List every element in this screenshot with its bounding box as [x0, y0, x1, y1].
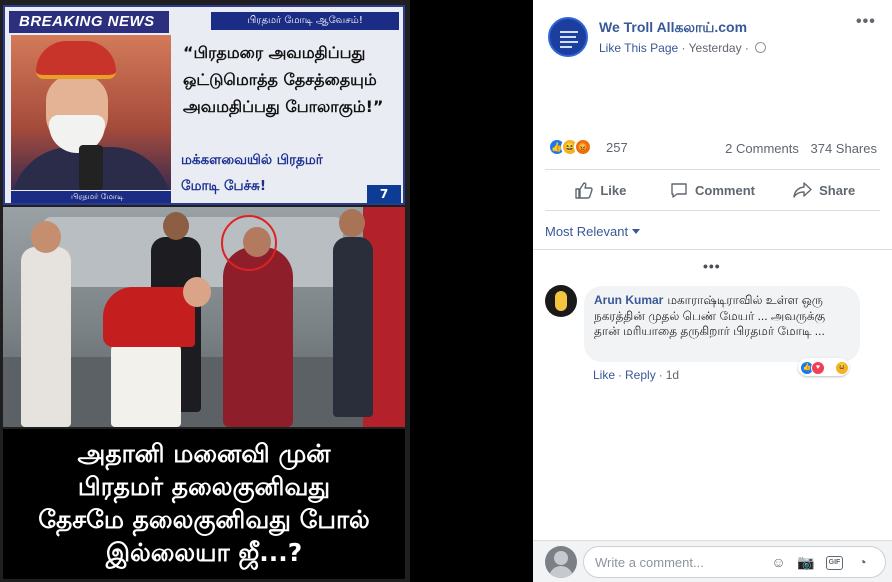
- commenter-avatar[interactable]: [545, 285, 577, 317]
- photo-viewer: BREAKING NEWS பிரதமர் மோடி ஆவேசம்! பிரதம…: [0, 0, 533, 582]
- comment-time[interactable]: 1d: [666, 368, 679, 382]
- image-caption: அதானி மனைவி முன் பிரதமர் தலைகுனிவது தேசம…: [3, 429, 405, 579]
- comment-like-link[interactable]: Like: [593, 368, 615, 382]
- love-reaction-icon: ♥: [811, 360, 825, 375]
- comment-reply-link[interactable]: Reply: [625, 368, 656, 382]
- portrait-caption: பிரதமர் மோடி: [11, 191, 171, 203]
- quote-subtitle: மக்களவையில் பிரதமர் மோடி பேச்சு!: [181, 152, 323, 194]
- reaction-count: 257: [606, 140, 628, 155]
- emoji-icon[interactable]: ☺: [770, 554, 787, 571]
- page-name-link[interactable]: We Troll Allகலாய்.com: [599, 19, 747, 38]
- like-page-link[interactable]: Like This Page: [599, 41, 678, 55]
- thumbs-up-icon: [575, 181, 594, 199]
- comment-reactions[interactable]: 👍 ♥ 😆 4: [798, 358, 850, 376]
- globe-icon: [755, 42, 767, 53]
- speaker-portrait: [11, 35, 171, 190]
- post-image[interactable]: BREAKING NEWS பிரதமர் மோடி ஆவேசம்! பிரதம…: [0, 0, 410, 582]
- comments-count-link[interactable]: 2 Comments: [725, 141, 799, 156]
- quote-text: “பிரதமரை அவமதிப்பது ஒட்டுமொத்த தேசத்தையு…: [183, 43, 384, 116]
- page-avatar[interactable]: [548, 17, 588, 57]
- post-meta: Like This Page · Yesterday ·: [599, 41, 767, 55]
- gif-icon[interactable]: GIF: [826, 556, 843, 570]
- more-options-icon[interactable]: •••: [856, 13, 876, 31]
- divider: [533, 249, 892, 250]
- post-stats: 2 Comments 374 Shares: [725, 141, 877, 156]
- comment-placeholder: Write a comment...: [595, 555, 704, 570]
- share-icon: [793, 182, 812, 198]
- current-user-avatar: [545, 546, 577, 578]
- post-time[interactable]: Yesterday: [689, 41, 742, 55]
- like-button[interactable]: Like: [545, 171, 657, 209]
- post-actions-bar: Like Comment Share: [545, 171, 880, 209]
- shares-count-link[interactable]: 374 Shares: [811, 141, 878, 156]
- angry-reaction-icon: 😡: [574, 138, 592, 156]
- airport-scene-photo: [3, 207, 405, 427]
- share-button[interactable]: Share: [768, 171, 880, 209]
- highlight-circle: [221, 215, 277, 271]
- divider: [545, 210, 880, 211]
- headline-tag: பிரதமர் மோடி ஆவேசம்!: [211, 12, 399, 30]
- haha-reaction-icon: 😆: [835, 360, 849, 375]
- microphone: [79, 145, 103, 190]
- camera-icon[interactable]: 📷: [797, 554, 814, 571]
- comment-bubble: Arun Kumar மகாராஷ்டிராவில் உள்ள ஒரு நகரத்…: [584, 286, 860, 362]
- comment-sort-dropdown[interactable]: Most Relevant: [545, 224, 641, 239]
- post-side-panel: We Troll Allகலாய்.com Like This Page · Y…: [533, 0, 892, 582]
- comment-actions: Like · Reply · 1d: [593, 368, 680, 382]
- channel-logo: 7: [367, 185, 401, 203]
- comment-composer: Write a comment... ☺ 📷 GIF ◔: [533, 540, 892, 582]
- comment-author-link[interactable]: Arun Kumar: [594, 293, 663, 307]
- caret-down-icon: [632, 229, 641, 234]
- breaking-news-label: BREAKING NEWS: [9, 11, 169, 33]
- news-card: BREAKING NEWS பிரதமர் மோடி ஆவேசம்! பிரதம…: [3, 5, 405, 205]
- comment-input[interactable]: Write a comment... ☺ 📷 GIF ◔: [583, 546, 886, 578]
- sticker-icon[interactable]: ◔: [854, 554, 871, 571]
- load-more-comments-icon[interactable]: •••: [703, 258, 721, 274]
- comment-icon: [671, 182, 687, 198]
- divider: [545, 169, 880, 170]
- comment-button[interactable]: Comment: [657, 171, 769, 209]
